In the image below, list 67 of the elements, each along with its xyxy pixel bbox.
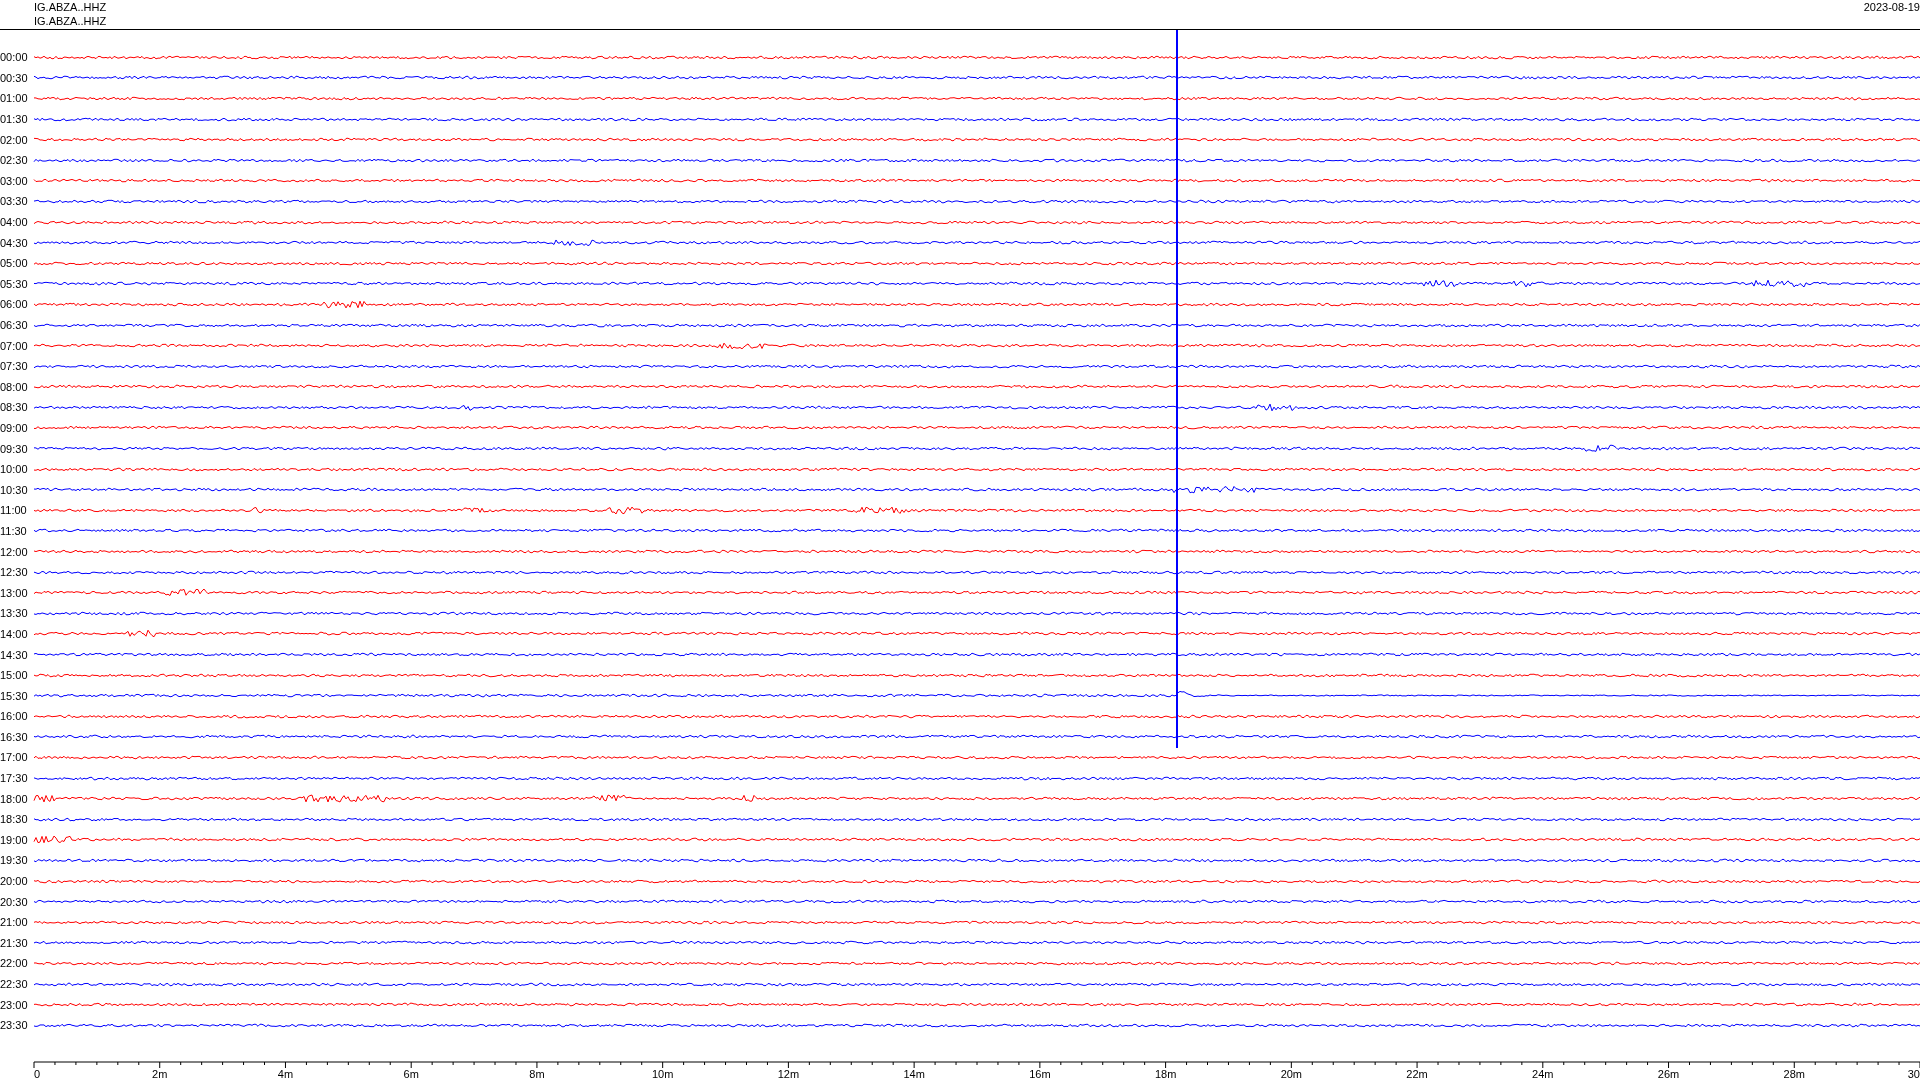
time-label: 02:30 <box>0 154 29 167</box>
time-label: 23:30 <box>0 1019 29 1032</box>
time-label: 21:30 <box>0 936 29 949</box>
axis-tick-label: 16m <box>1029 1068 1051 1080</box>
axis-tick-label: 14m <box>903 1068 925 1080</box>
time-label: 06:00 <box>0 298 29 311</box>
time-label: 02:00 <box>0 133 29 146</box>
time-label: 19:30 <box>0 854 29 867</box>
time-label: 12:00 <box>0 545 29 558</box>
time-label: 14:30 <box>0 648 29 661</box>
axis-tick-label: 8m <box>529 1068 545 1080</box>
time-label: 05:30 <box>0 277 29 290</box>
station-title: IG.ABZA..HHZ <box>34 14 107 28</box>
time-label: 06:30 <box>0 319 29 331</box>
date-label: 2023-08-19 <box>1863 0 1920 14</box>
time-label: 16:30 <box>0 730 29 743</box>
time-label: 12:30 <box>0 566 29 579</box>
time-label: 19:00 <box>0 833 29 846</box>
axis-tick-label: 2m <box>152 1068 168 1080</box>
time-label: 13:30 <box>0 607 29 620</box>
axis-tick-label: 22m <box>1406 1068 1428 1080</box>
time-label: 17:00 <box>0 751 29 764</box>
time-label: 20:30 <box>0 895 29 908</box>
time-label: 05:00 <box>0 257 29 270</box>
time-label: 16:00 <box>0 710 29 723</box>
axis-tick-label: 20m <box>1280 1068 1303 1080</box>
time-label: 04:00 <box>0 216 29 229</box>
axis-tick-label: 4m <box>277 1068 294 1080</box>
time-label: 15:30 <box>0 689 29 702</box>
axis-tick-label: 28m <box>1783 1068 1805 1080</box>
time-label: 07:00 <box>0 339 29 352</box>
station-title: IG.ABZA..HHZ <box>34 0 107 14</box>
time-label: 03:00 <box>0 174 29 187</box>
time-label: 18:00 <box>0 792 29 805</box>
time-label: 22:00 <box>0 957 29 970</box>
time-label: 01:00 <box>0 92 29 105</box>
time-label: 18:30 <box>0 813 29 826</box>
time-label: 13:00 <box>0 586 29 599</box>
time-label: 21:00 <box>0 916 29 929</box>
axis-tick-label: 10m <box>651 1068 674 1080</box>
time-label: 09:00 <box>0 422 29 434</box>
time-label: 10:30 <box>0 483 29 496</box>
time-label: 01:30 <box>0 113 29 126</box>
time-label: 00:30 <box>0 71 29 84</box>
time-label: 22:30 <box>0 978 29 990</box>
axis-tick-label: 6m <box>403 1068 419 1080</box>
axis-tick-label: 12m <box>777 1068 800 1080</box>
time-label: 11:00 <box>0 504 28 517</box>
time-label: 09:30 <box>0 442 29 455</box>
axis-tick-label: 0 <box>34 1068 41 1080</box>
time-label: 08:30 <box>0 401 29 414</box>
time-label: 08:00 <box>0 380 29 393</box>
time-label: 04:30 <box>0 236 29 249</box>
time-label: 00:00 <box>0 51 29 64</box>
time-label: 20:00 <box>0 875 29 888</box>
time-label: 14:00 <box>0 627 29 640</box>
time-label: 17:30 <box>0 772 29 785</box>
axis-tick-label: 30 <box>1907 1068 1920 1080</box>
axis-tick-label: 26m <box>1657 1068 1680 1080</box>
time-label: 10:00 <box>0 463 29 476</box>
time-label: 07:30 <box>0 360 29 373</box>
time-label: 23:00 <box>0 998 29 1011</box>
time-label: 15:00 <box>0 669 29 682</box>
time-label: 03:30 <box>0 195 29 208</box>
axis-tick-label: 24m <box>1532 1068 1554 1080</box>
time-label: 11:30 <box>0 524 28 537</box>
axis-tick-label: 18m <box>1154 1068 1177 1080</box>
